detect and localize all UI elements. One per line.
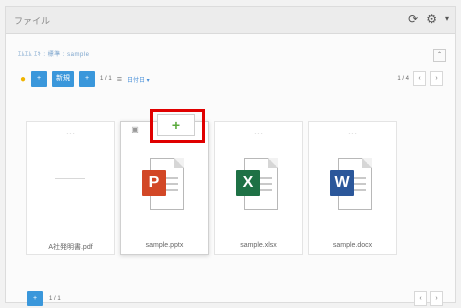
page-line (165, 189, 178, 191)
file-name[interactable]: sample.docx (309, 242, 396, 249)
prev-page-button[interactable]: ‹ (413, 71, 426, 86)
breadcrumb[interactable]: ｴﾑｴﾑ ｴｷ : 標準 : sample (18, 49, 90, 58)
page-indicator: 1 / 1 (100, 76, 112, 82)
pdf-placeholder (55, 178, 85, 179)
page-fold (362, 158, 372, 168)
list-view-icon[interactable]: ≡ (117, 74, 122, 84)
extra-add-button[interactable]: + (79, 71, 96, 87)
count-label: 1 / 4 (397, 75, 409, 82)
footer: + 1 / 1 (27, 291, 61, 306)
footer-next-button[interactable]: › (430, 291, 443, 306)
page-line (353, 183, 366, 185)
file-card-docx[interactable]: - - - W sample.docx (308, 121, 397, 255)
upload-button[interactable]: + (27, 291, 43, 306)
file-card-xlsx[interactable]: - - - X sample.xlsx (214, 121, 303, 255)
next-page-button[interactable]: › (430, 71, 443, 86)
caret-down-icon[interactable]: ▾ (445, 12, 449, 26)
page-line (353, 177, 366, 179)
page-fold (268, 158, 278, 168)
page-line (259, 183, 272, 185)
add-button[interactable]: + (31, 71, 48, 87)
file-panel: ファイル ⟳ ⚙ ▾ ｴﾑｴﾑ ｴｷ : 標準 : sample ⌃ ● + 新… (5, 6, 456, 306)
xlsx-icon: X (236, 158, 280, 212)
page-line (259, 189, 272, 191)
page-line (353, 189, 366, 191)
select-icon[interactable]: ▣ (129, 124, 141, 136)
page-line (165, 183, 178, 185)
footer-pager: ‹ › (414, 291, 443, 306)
toolbar: ● + 新規 + 1 / 1 ≡ 日付日 ▾ (20, 71, 150, 87)
page-fold (174, 158, 184, 168)
thumb-caption: - - - (254, 131, 263, 137)
docx-icon: W (330, 158, 374, 212)
sort-dropdown[interactable]: 日付日 ▾ (127, 75, 150, 84)
docx-badge: W (330, 170, 354, 196)
highlight-box (150, 109, 205, 143)
xlsx-badge: X (236, 170, 260, 196)
page-line (165, 177, 178, 179)
chevron-down-icon[interactable]: ⌃ (433, 49, 446, 62)
panel-header: ファイル ⟳ ⚙ ▾ (6, 7, 455, 34)
file-name[interactable]: sample.pptx (121, 242, 208, 249)
panel-title: ファイル (14, 16, 51, 26)
footer-prev-button[interactable]: ‹ (414, 291, 427, 306)
lightbulb-icon: ● (20, 73, 27, 85)
card-actions: ▣ (129, 124, 141, 136)
pptx-badge: P (142, 170, 166, 196)
page-line (259, 177, 272, 179)
footer-page-indicator: 1 / 1 (49, 295, 61, 302)
file-card-pdf[interactable]: - - - A社発明書.pdf (26, 121, 115, 255)
pptx-icon: P (142, 158, 186, 212)
thumb-caption: - - - (66, 131, 75, 137)
new-button[interactable]: 新規 (52, 71, 75, 87)
gear-icon[interactable]: ⚙ (426, 12, 437, 26)
refresh-icon[interactable]: ⟳ (408, 12, 418, 26)
thumb-caption: - - - (348, 131, 357, 137)
file-name[interactable]: sample.xlsx (215, 242, 302, 249)
file-name[interactable]: A社発明書.pdf (27, 242, 114, 252)
file-grid: - - - A社発明書.pdf ▣ P sample.pptx - - - X … (14, 111, 449, 261)
toolbar-right: 1 / 4 ‹ › (397, 71, 443, 86)
header-icons: ⟳ ⚙ ▾ (408, 12, 449, 26)
